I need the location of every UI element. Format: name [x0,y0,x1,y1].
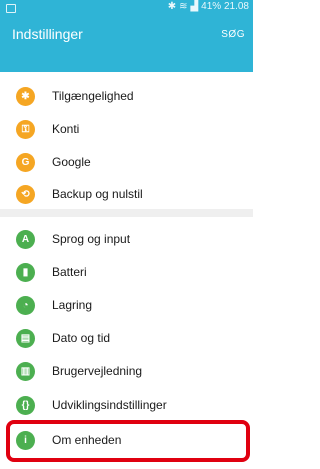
backup-icon: ⟲ [16,184,35,204]
status-text: 41% 21.08 [201,1,249,12]
battery-icon: ▮ [16,262,35,282]
settings-item[interactable]: ▤ Dato og tid [0,322,253,354]
settings-item[interactable]: ▥ Brugervejledning [0,355,253,387]
settings-item[interactable]: ⟲ Backup og nulstil [0,178,253,210]
settings-item-label: Sprog og input [52,232,131,246]
settings-item-label: Dato og tid [52,331,111,345]
manual-icon: ▥ [16,361,35,381]
keyboard-icon: A [16,229,35,249]
accessibility-icon: ✱ [16,86,35,106]
developer-icon: {} [16,395,35,415]
status-bar: ✱ ≋ ▟ 41% 21.08 [0,0,253,16]
settings-item[interactable]: ⚿ Konti [0,113,253,145]
search-button[interactable]: SØG [221,29,245,40]
settings-item-label: Konti [52,122,80,136]
settings-item[interactable]: ◔ Lagring [0,289,253,321]
settings-item-label: Udviklingsindstillinger [52,398,167,412]
settings-item-label: Backup og nulstil [52,187,143,201]
settings-item[interactable]: {} Udviklingsindstillinger [0,389,253,421]
status-indicators: ✱ ≋ ▟ 41% 21.08 [168,1,249,12]
settings-item-label: Lagring [52,298,93,312]
wifi-icon: ≋ [179,1,188,12]
calendar-icon: ▤ [16,328,35,348]
signal-icon: ▟ [190,1,199,12]
storage-icon: ◔ [16,295,35,315]
key-icon: ⚿ [16,119,35,139]
settings-item-label: Batteri [52,265,87,279]
app-bar [0,16,253,72]
highlight-box [6,420,250,462]
settings-item-label: Google [52,155,91,169]
section-divider [0,209,253,217]
settings-item[interactable]: A Sprog og input [0,223,253,255]
image-icon [6,4,16,13]
bluetooth-icon: ✱ [167,1,177,12]
settings-item-label: Tilgængelighed [52,89,134,103]
settings-item-label: Brugervejledning [52,364,143,378]
google-icon: G [16,152,35,172]
settings-item[interactable]: G Google [0,146,253,178]
page-title: Indstillinger [12,26,83,42]
settings-item[interactable]: ▮ Batteri [0,256,253,288]
settings-item[interactable]: ✱ Tilgængelighed [0,80,253,112]
